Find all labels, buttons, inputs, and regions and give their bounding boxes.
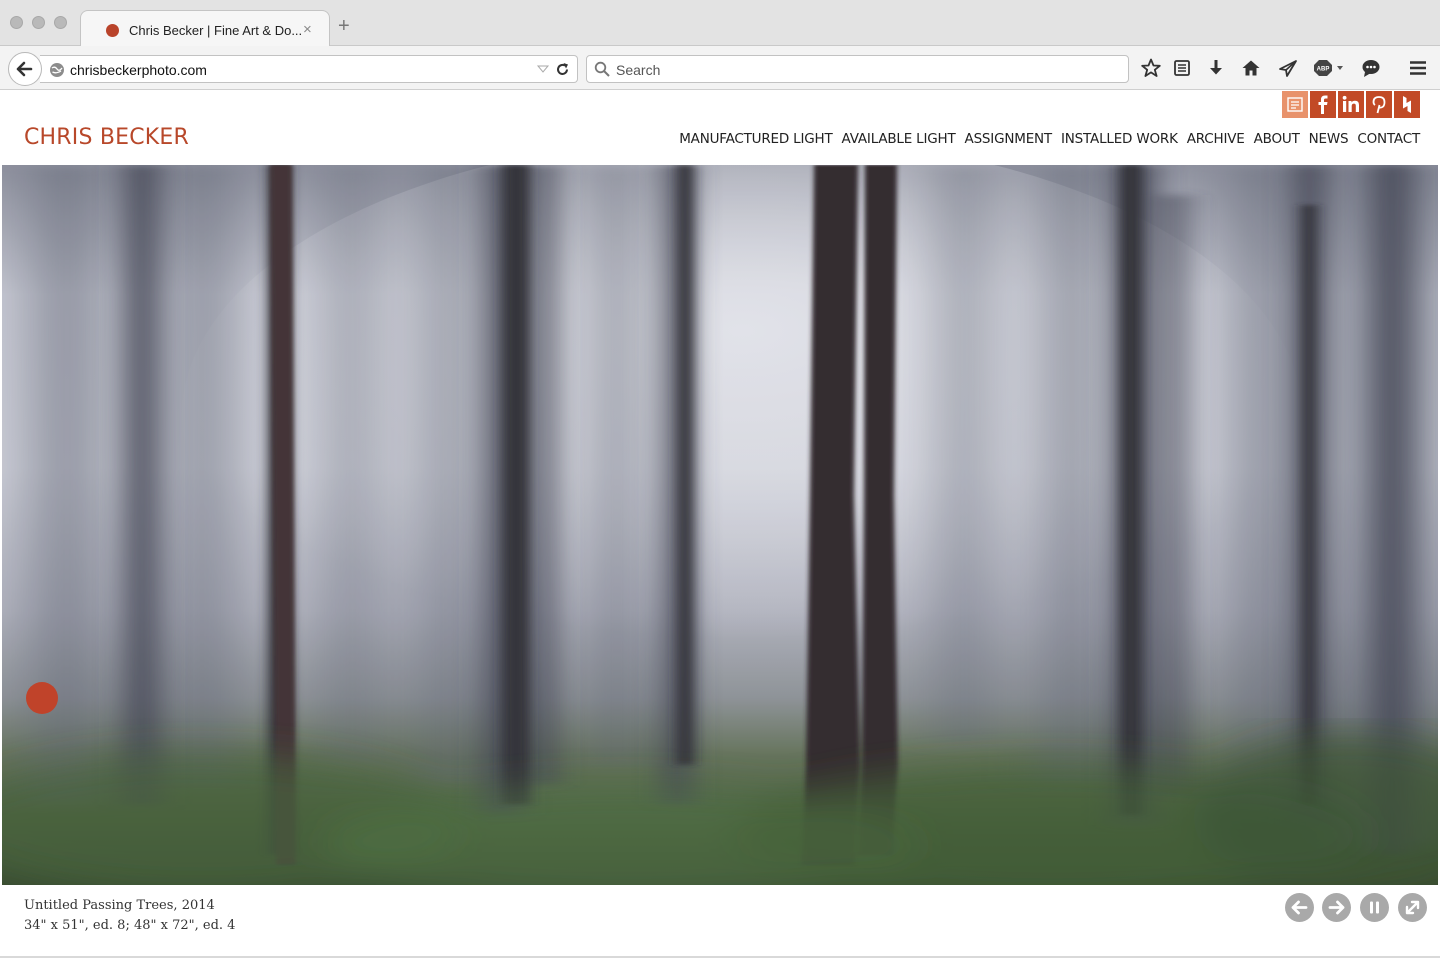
- main-nav: MANUFACTURED LIGHT AVAILABLE LIGHT ASSIG…: [679, 131, 1420, 147]
- houzz-link[interactable]: [1394, 91, 1420, 118]
- browser-nav-bar: chrisbeckerphoto.com Search ABP: [0, 46, 1440, 90]
- favicon-icon: [106, 24, 119, 37]
- window-zoom-button[interactable]: [54, 16, 67, 29]
- download-icon[interactable]: [1205, 57, 1227, 79]
- nav-archive[interactable]: ARCHIVE: [1187, 131, 1245, 147]
- adblock-icon[interactable]: ABP: [1312, 57, 1346, 79]
- url-text: chrisbeckerphoto.com: [70, 62, 207, 78]
- back-button[interactable]: [8, 52, 42, 86]
- reading-list-icon[interactable]: [1171, 57, 1193, 79]
- fullscreen-button[interactable]: [1398, 893, 1427, 922]
- tab-close-icon[interactable]: ×: [303, 21, 312, 38]
- nav-about[interactable]: ABOUT: [1254, 131, 1300, 147]
- back-arrow-icon: [16, 61, 33, 77]
- hero-photo[interactable]: [2, 165, 1438, 885]
- linkedin-link[interactable]: [1338, 91, 1364, 118]
- menu-icon[interactable]: [1407, 57, 1429, 79]
- nav-available-light[interactable]: AVAILABLE LIGHT: [842, 131, 956, 147]
- linkedin-icon: [1342, 95, 1359, 112]
- site-logo[interactable]: CHRIS BECKER: [24, 125, 189, 150]
- new-tab-button[interactable]: +: [338, 16, 350, 36]
- svg-text:ABP: ABP: [1317, 67, 1330, 73]
- browser-tab-bar: Chris Becker | Fine Art & Do... × +: [0, 0, 1440, 47]
- previous-icon: [1291, 900, 1308, 915]
- blog-link[interactable]: [1282, 91, 1308, 118]
- reload-icon[interactable]: [554, 61, 571, 78]
- search-bar[interactable]: Search: [586, 55, 1129, 83]
- facebook-link[interactable]: [1310, 91, 1336, 118]
- artwork-title: Untitled Passing Trees, 2014: [24, 898, 215, 913]
- browser-tab[interactable]: Chris Becker | Fine Art & Do... ×: [80, 10, 330, 47]
- houzz-icon: [1403, 96, 1411, 113]
- address-bar[interactable]: chrisbeckerphoto.com: [40, 55, 578, 83]
- pause-button[interactable]: [1360, 893, 1389, 922]
- artwork-details: 34" x 51", ed. 8; 48" x 72", ed. 4: [24, 918, 236, 933]
- previous-button[interactable]: [1285, 893, 1314, 922]
- nav-news[interactable]: NEWS: [1309, 131, 1349, 147]
- nav-installed-work[interactable]: INSTALLED WORK: [1061, 131, 1178, 147]
- forest-photo-image: [2, 165, 1438, 885]
- nav-contact[interactable]: CONTACT: [1357, 131, 1420, 147]
- pause-icon: [1370, 901, 1379, 914]
- search-placeholder: Search: [616, 62, 661, 78]
- tab-title: Chris Becker | Fine Art & Do...: [129, 23, 303, 38]
- next-icon: [1328, 900, 1345, 915]
- window-minimize-button[interactable]: [32, 16, 45, 29]
- star-icon[interactable]: [1140, 57, 1162, 79]
- home-icon[interactable]: [1240, 57, 1262, 79]
- artwork-caption: Untitled Passing Trees, 2014 34" x 51", …: [24, 896, 235, 936]
- pinterest-link[interactable]: [1366, 91, 1392, 118]
- fullscreen-icon: [1405, 900, 1420, 915]
- globe-icon: [50, 63, 64, 77]
- pinterest-icon: [1372, 96, 1386, 114]
- chat-icon[interactable]: [1360, 57, 1382, 79]
- facebook-icon: [1318, 95, 1328, 114]
- next-button[interactable]: [1322, 893, 1351, 922]
- nav-assignment[interactable]: ASSIGNMENT: [965, 131, 1053, 147]
- dropdown-arrow-icon[interactable]: [536, 62, 550, 76]
- window-close-button[interactable]: [10, 16, 23, 29]
- blog-icon: [1287, 97, 1303, 112]
- nav-manufactured-light[interactable]: MANUFACTURED LIGHT: [679, 131, 833, 147]
- search-icon: [594, 61, 610, 77]
- slide-indicator-dot[interactable]: [26, 682, 58, 714]
- send-icon[interactable]: [1277, 57, 1299, 79]
